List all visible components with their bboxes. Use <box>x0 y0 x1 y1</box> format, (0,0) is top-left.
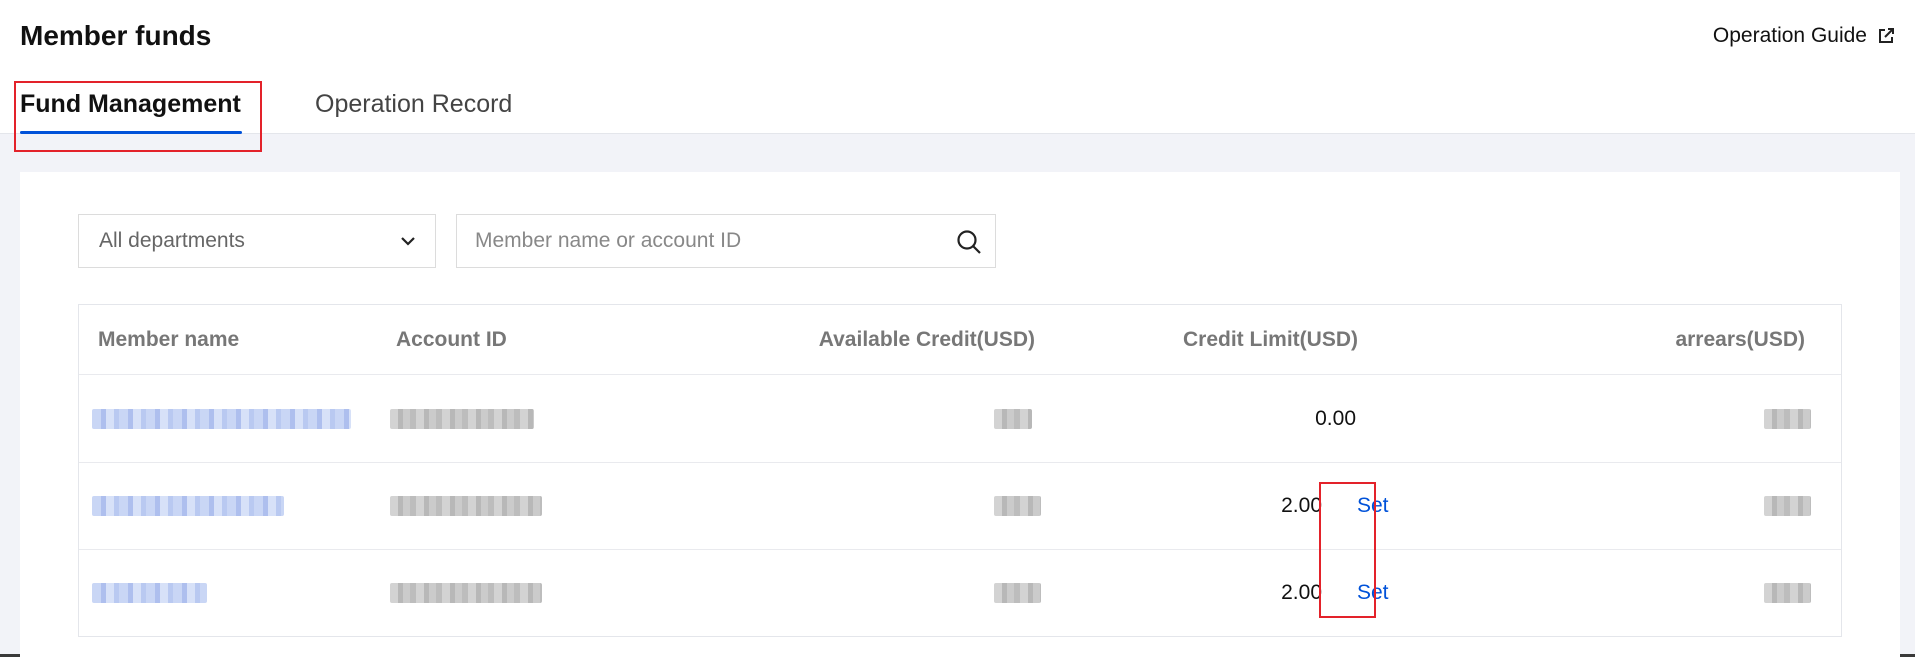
chevron-down-icon <box>401 237 415 246</box>
table-row: 0.00 <box>79 375 1841 463</box>
department-select-value: All departments <box>99 229 245 252</box>
search-icon[interactable] <box>955 228 983 256</box>
table-header-row: Member name Account ID Available Credit(… <box>79 305 1841 375</box>
arrears-cell <box>1764 550 1811 636</box>
credit-limit-value: 2.00 <box>1281 494 1322 517</box>
column-header-member-name: Member name <box>98 327 240 351</box>
tab-fund-management[interactable]: Fund Management <box>20 90 241 119</box>
account-id-cell <box>390 463 542 549</box>
set-credit-limit-button[interactable]: Set <box>1357 463 1389 549</box>
redacted-account-id <box>390 496 542 516</box>
redacted-arrears <box>1764 408 1811 429</box>
column-header-available-credit: Available Credit(USD) <box>818 327 1035 351</box>
redacted-available-credit <box>994 496 1041 516</box>
table-row: 2.00 Set <box>79 463 1841 550</box>
set-credit-limit-button[interactable]: Set <box>1357 550 1389 636</box>
external-link-icon <box>1879 28 1894 43</box>
redacted-member-name <box>92 583 207 603</box>
search-input[interactable] <box>457 215 927 267</box>
member-name-link[interactable] <box>92 463 284 549</box>
members-table: Member name Account ID Available Credit(… <box>78 304 1842 637</box>
column-header-arrears: arrears(USD) <box>1675 327 1805 351</box>
tab-operation-record[interactable]: Operation Record <box>315 90 512 119</box>
member-name-link[interactable] <box>92 375 351 462</box>
page-header: Member funds Operation Guide Fund Manage… <box>0 0 1915 134</box>
account-id-cell <box>390 375 534 462</box>
redacted-arrears <box>1764 583 1811 603</box>
available-credit-cell <box>994 463 1041 549</box>
redacted-member-name <box>92 496 284 516</box>
redacted-account-id <box>390 583 542 603</box>
available-credit-cell <box>994 375 1032 462</box>
table-row: 2.00 Set <box>79 550 1841 636</box>
arrears-cell <box>1764 463 1811 549</box>
search-box <box>456 214 996 268</box>
arrears-cell <box>1764 375 1811 462</box>
credit-limit-value: 2.00 <box>1281 581 1322 604</box>
redacted-account-id <box>390 408 534 429</box>
redacted-arrears <box>1764 496 1811 516</box>
department-select[interactable]: All departments <box>78 214 436 268</box>
account-id-cell <box>390 550 542 636</box>
operation-guide-label: Operation Guide <box>1712 24 1867 47</box>
fund-management-panel: All departments Member name Account ID A… <box>20 172 1900 657</box>
redacted-member-name <box>92 408 351 429</box>
redacted-available-credit <box>994 408 1032 429</box>
operation-guide-link[interactable]: Operation Guide <box>1713 24 1895 48</box>
credit-limit-value: 0.00 <box>1315 406 1356 430</box>
member-name-link[interactable] <box>92 550 207 636</box>
available-credit-cell <box>994 550 1041 636</box>
redacted-available-credit <box>994 583 1041 603</box>
column-header-account-id: Account ID <box>396 327 507 351</box>
active-tab-indicator <box>20 131 242 134</box>
column-header-credit-limit: Credit Limit(USD) <box>1183 327 1358 351</box>
page-title: Member funds <box>20 20 212 51</box>
